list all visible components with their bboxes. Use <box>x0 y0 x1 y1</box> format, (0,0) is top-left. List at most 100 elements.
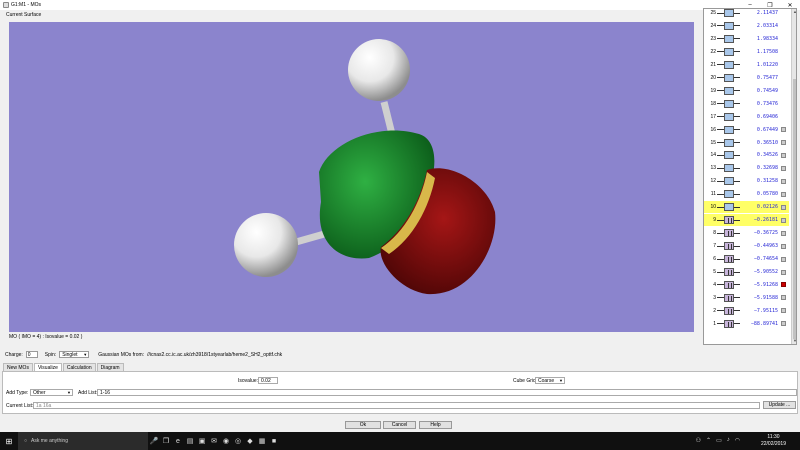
mo-virtual-box[interactable] <box>724 151 734 160</box>
mo-virtual-box[interactable] <box>724 21 734 30</box>
hydrogen-atom-top[interactable] <box>348 39 410 101</box>
mo-row[interactable]: 24 2.03314 <box>704 20 789 32</box>
mo-surface-checkbox[interactable] <box>781 256 786 262</box>
current-list-input[interactable]: 1a 16a <box>33 402 760 409</box>
mo-row[interactable]: 4 −5.91268 <box>704 279 789 291</box>
hydrogen-atom-left[interactable] <box>234 213 298 277</box>
mo-occupied-box[interactable] <box>724 280 734 289</box>
mo-row[interactable]: 6 −0.74654 <box>704 253 789 265</box>
mo-row[interactable]: 14 0.34526 <box>704 149 789 161</box>
app-icon-3[interactable]: ▦ <box>256 432 268 450</box>
charge-input[interactable]: 0 <box>25 351 38 358</box>
tab-new-mos[interactable]: New MOs <box>3 363 33 371</box>
mo-row[interactable]: 1 −88.89741 <box>704 318 789 330</box>
mo-row[interactable]: 15 0.36510 <box>704 137 789 149</box>
mo-virtual-box[interactable] <box>724 190 734 199</box>
mo-surface-checkbox[interactable] <box>781 308 786 314</box>
mo-virtual-box[interactable] <box>724 203 734 212</box>
mo-row[interactable]: 10 0.02126 <box>704 201 789 214</box>
mo-occupied-box[interactable] <box>724 216 734 225</box>
mo-occupied-box[interactable] <box>724 242 734 251</box>
mo-virtual-box[interactable] <box>724 47 734 56</box>
add-type-select[interactable]: Other ▼ <box>30 389 73 396</box>
tab-diagram[interactable]: Diagram <box>96 363 124 371</box>
mo-energy-list[interactable]: 25 2.11437 24 2.03314 23 1.98334 22 1.17508 21 1.… <box>703 8 797 345</box>
mo-virtual-box[interactable] <box>724 177 734 186</box>
volume-icon[interactable]: ♪ <box>727 437 730 444</box>
mo-surface-checkbox[interactable] <box>781 243 786 249</box>
mo-surface-checkbox[interactable] <box>781 178 786 184</box>
app-icon-4[interactable]: ■ <box>268 432 280 450</box>
scroll-down-icon[interactable]: ▼ <box>792 338 796 344</box>
mo-row[interactable]: 2 −7.95115 <box>704 305 789 317</box>
chevron-up-icon[interactable]: ⌃ <box>706 437 711 444</box>
mo-virtual-box[interactable] <box>724 60 734 69</box>
mo-row[interactable]: 22 1.17508 <box>704 46 789 58</box>
mo-virtual-box[interactable] <box>724 73 734 82</box>
mo-row[interactable]: 11 0.05780 <box>704 188 789 200</box>
mo-row[interactable]: 19 0.74549 <box>704 85 789 97</box>
taskbar-search[interactable]: ○ Ask me anything <box>18 432 148 450</box>
people-icon[interactable]: ⚇ <box>696 437 701 444</box>
mo-virtual-box[interactable] <box>724 34 734 43</box>
chrome-icon[interactable]: ◎ <box>232 432 244 450</box>
app-icon-1[interactable]: ◉ <box>220 432 232 450</box>
mo-row[interactable]: 13 0.32698 <box>704 162 789 174</box>
mo-occupied-box[interactable] <box>724 306 734 315</box>
mo-surface-checkbox[interactable] <box>781 282 786 288</box>
isovalue-input[interactable]: 0.02 <box>258 377 278 384</box>
ok-button[interactable]: Ok <box>345 421 381 429</box>
mo-row[interactable]: 12 0.31258 <box>704 175 789 187</box>
mo-occupied-box[interactable] <box>724 255 734 264</box>
mo-row[interactable]: 21 1.01220 <box>704 59 789 71</box>
tab-calculation[interactable]: Calculation <box>62 363 96 371</box>
mo-surface-checkbox[interactable] <box>781 217 786 223</box>
task-view-icon[interactable]: ❐ <box>160 432 172 450</box>
mo-virtual-box[interactable] <box>724 112 734 121</box>
scroll-up-icon[interactable]: ▲ <box>792 9 796 15</box>
wifi-icon[interactable]: ◠ <box>735 437 740 444</box>
mo-virtual-box[interactable] <box>724 86 734 95</box>
mo-surface-checkbox[interactable] <box>781 165 786 171</box>
scroll-thumb[interactable] <box>793 79 796 339</box>
mo-row[interactable]: 5 −5.90552 <box>704 266 789 278</box>
mo-row[interactable]: 7 −0.44963 <box>704 240 789 252</box>
mo-surface-checkbox[interactable] <box>781 321 786 327</box>
update-button[interactable]: Update ... <box>763 401 796 409</box>
cube-grid-select[interactable]: Coarse ▼ <box>535 377 565 384</box>
help-button[interactable]: Help <box>419 421 452 429</box>
mo-virtual-box[interactable] <box>724 125 734 134</box>
mo-virtual-box[interactable] <box>724 9 734 17</box>
file-explorer-icon[interactable]: ▤ <box>184 432 196 450</box>
tab-visualize[interactable]: Visualize <box>33 363 62 371</box>
mo-row[interactable]: 20 0.75477 <box>704 72 789 84</box>
mo-surface-checkbox[interactable] <box>781 140 786 145</box>
mo-surface-checkbox[interactable] <box>781 204 786 210</box>
mo-surface-checkbox[interactable] <box>781 230 786 236</box>
mo-virtual-box[interactable] <box>724 138 734 147</box>
mo-row[interactable]: 8 −0.36725 <box>704 227 789 239</box>
mo-virtual-box[interactable] <box>724 164 734 173</box>
mo-occupied-box[interactable] <box>724 293 734 302</box>
molecule-viewport[interactable] <box>9 22 694 332</box>
mo-surface-checkbox[interactable] <box>781 127 786 133</box>
mail-icon[interactable]: ✉ <box>208 432 220 450</box>
mo-row[interactable]: 25 2.11437 <box>704 9 789 19</box>
mo-row[interactable]: 16 0.67449 <box>704 124 789 136</box>
mo-surface-checkbox[interactable] <box>781 295 786 301</box>
store-icon[interactable]: ▣ <box>196 432 208 450</box>
mo-row[interactable]: 23 1.98334 <box>704 33 789 45</box>
mo-row[interactable]: 3 −5.91588 <box>704 292 789 304</box>
mo-surface-checkbox[interactable] <box>781 191 786 197</box>
microphone-icon[interactable]: 🎤 <box>148 432 160 450</box>
add-list-input[interactable]: 1-16 <box>97 389 797 396</box>
mo-row[interactable]: 9 −0.26181 <box>704 214 789 227</box>
mo-row[interactable]: 17 0.69406 <box>704 111 789 123</box>
mo-list-scrollbar[interactable]: ▲ ▼ <box>791 9 796 344</box>
taskbar-clock[interactable]: 11:30 22/02/2019 <box>761 434 786 448</box>
mo-occupied-box[interactable] <box>724 268 734 276</box>
mo-surface-checkbox[interactable] <box>781 269 786 275</box>
cancel-button[interactable]: Cancel <box>383 421 416 429</box>
mo-occupied-box[interactable] <box>724 319 734 328</box>
mo-occupied-box[interactable] <box>724 229 734 238</box>
